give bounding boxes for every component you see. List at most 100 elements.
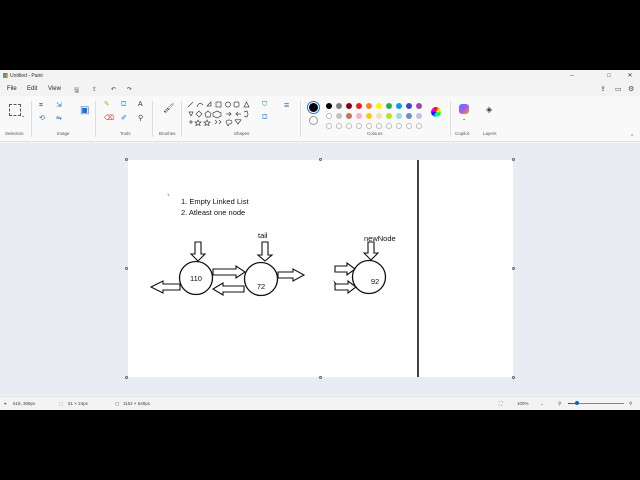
colour-swatch[interactable]	[346, 103, 352, 109]
color-picker-icon[interactable]: ✐	[121, 115, 127, 123]
chat-icon[interactable]: ▭	[615, 85, 622, 93]
shapes-gallery-icon[interactable]	[186, 100, 258, 130]
menu-view[interactable]: View	[48, 86, 61, 92]
colour-swatch[interactable]	[326, 103, 332, 109]
node2-prev-arrow	[211, 282, 245, 296]
edit-colours-icon[interactable]	[431, 107, 441, 117]
zoom-in-icon[interactable]: ⚲	[629, 401, 632, 407]
outline-icon[interactable]: ⛉	[262, 101, 267, 109]
size-icon[interactable]: ≡	[284, 101, 289, 110]
colour-swatch[interactable]	[406, 113, 412, 119]
layers-icon[interactable]: ◈	[486, 106, 492, 114]
resize-handle[interactable]	[512, 376, 515, 379]
resize-handle[interactable]	[512, 158, 515, 161]
resize-handle[interactable]	[125, 267, 128, 270]
fit-to-window-icon[interactable]: ⛶	[499, 401, 502, 406]
newnode-arrow	[362, 241, 380, 261]
colour-swatch[interactable]	[366, 113, 372, 119]
share-icon[interactable]: ⇪	[92, 86, 97, 93]
colour-swatch[interactable]	[356, 113, 362, 119]
custom-colour-slot[interactable]	[416, 123, 422, 129]
colour-swatch[interactable]	[326, 113, 332, 119]
group-label-shapes: Shapes	[234, 131, 250, 136]
flip-icon[interactable]: ⇋	[56, 115, 62, 123]
group-label-layers: Layers	[483, 131, 497, 136]
undo-icon[interactable]: ↶	[111, 86, 116, 93]
settings-icon[interactable]: ⚙	[628, 85, 634, 93]
menu-bar: File Edit View 🖫 ⇪ ↶ ↷ ⇪ ▭ ⚙	[0, 83, 640, 95]
group-label-copilot: Copilot	[455, 131, 470, 136]
secondary-colour[interactable]	[309, 116, 318, 125]
colour-swatch[interactable]	[346, 113, 352, 119]
colour-swatch[interactable]	[396, 103, 402, 109]
resize-handle[interactable]	[125, 158, 128, 161]
resize-icon[interactable]: ⇲	[56, 102, 62, 110]
menu-edit[interactable]: Edit	[27, 86, 37, 92]
ribbon-collapse-icon[interactable]: ⌃	[630, 133, 634, 141]
group-label-brushes: Brushes	[159, 131, 176, 136]
share-session-icon[interactable]: ⇪	[600, 85, 606, 93]
custom-colour-slot[interactable]	[406, 123, 412, 129]
copilot-icon[interactable]	[459, 104, 469, 114]
menu-file[interactable]: File	[7, 86, 17, 92]
resize-handle[interactable]	[512, 267, 515, 270]
group-label-selection: Selection	[5, 131, 24, 136]
cursor-position-icon: ⌖	[4, 401, 7, 406]
custom-colour-slot[interactable]	[376, 123, 382, 129]
close-icon[interactable]: ✕	[624, 71, 636, 81]
colour-swatch[interactable]	[406, 103, 412, 109]
colour-swatch[interactable]	[416, 113, 422, 119]
zoom-level[interactable]: 100%	[517, 401, 529, 406]
shape-fill-icon[interactable]: ⛋	[262, 114, 267, 122]
paint-app-icon	[3, 73, 8, 78]
crop-icon[interactable]: ⌗	[39, 102, 43, 110]
magnifier-icon[interactable]: ⚲	[138, 115, 143, 123]
window-title: Untitled - Paint	[10, 73, 43, 79]
zoom-dropdown-icon[interactable]: ⌄	[540, 401, 544, 407]
resize-handle[interactable]	[319, 158, 322, 161]
zoom-out-icon[interactable]: ⚲	[558, 401, 561, 407]
colour-swatch[interactable]	[366, 103, 372, 109]
zoom-slider-thumb[interactable]	[574, 401, 579, 405]
custom-colour-slot[interactable]	[326, 123, 332, 129]
colour-swatch[interactable]	[356, 103, 362, 109]
colour-swatch[interactable]	[376, 103, 382, 109]
brush-icon[interactable]: 🖌	[163, 104, 174, 113]
colour-swatch[interactable]	[386, 103, 392, 109]
custom-colour-slot[interactable]	[336, 123, 342, 129]
resize-handle[interactable]	[319, 376, 322, 379]
copilot-dropdown-icon[interactable]: ⌄	[462, 115, 466, 123]
list-item-1: 1. Empty Linked List	[181, 197, 249, 206]
divider	[31, 101, 32, 137]
colour-swatch[interactable]	[396, 113, 402, 119]
fill-icon[interactable]: ⛋	[121, 101, 126, 109]
colour-swatch[interactable]	[336, 103, 342, 109]
pencil-icon[interactable]: ✎	[104, 101, 110, 109]
drawing-canvas[interactable]: 1 1. Empty Linked List 2. Atleast one no…	[128, 160, 513, 377]
maximize-icon[interactable]: □	[603, 71, 615, 81]
colour-swatch[interactable]	[376, 113, 382, 119]
custom-colour-slot[interactable]	[366, 123, 372, 129]
node-value-2: 72	[257, 282, 265, 291]
selection-icon[interactable]	[9, 104, 21, 116]
primary-colour[interactable]	[308, 102, 319, 113]
image-select-icon[interactable]: ▣	[80, 106, 89, 116]
colour-swatch[interactable]	[386, 113, 392, 119]
save-icon[interactable]: 🖫	[74, 86, 79, 96]
selection-dropdown-icon[interactable]: ⌄	[21, 112, 25, 120]
custom-colour-slot[interactable]	[386, 123, 392, 129]
colour-swatch[interactable]	[416, 103, 422, 109]
text-icon[interactable]: A	[138, 101, 143, 109]
resize-handle[interactable]	[125, 376, 128, 379]
zoom-slider[interactable]	[568, 401, 624, 405]
node3-prev-arrow-top	[334, 261, 356, 277]
custom-colour-slot[interactable]	[396, 123, 402, 129]
redo-icon[interactable]: ↷	[127, 86, 132, 93]
colour-swatch[interactable]	[336, 113, 342, 119]
eraser-icon[interactable]: ⌫	[104, 115, 114, 123]
rotate-icon[interactable]: ⟲	[39, 115, 45, 123]
node-value-3: 92	[371, 277, 379, 286]
custom-colour-slot[interactable]	[346, 123, 352, 129]
custom-colour-slot[interactable]	[356, 123, 362, 129]
minimize-icon[interactable]: –	[566, 71, 578, 81]
